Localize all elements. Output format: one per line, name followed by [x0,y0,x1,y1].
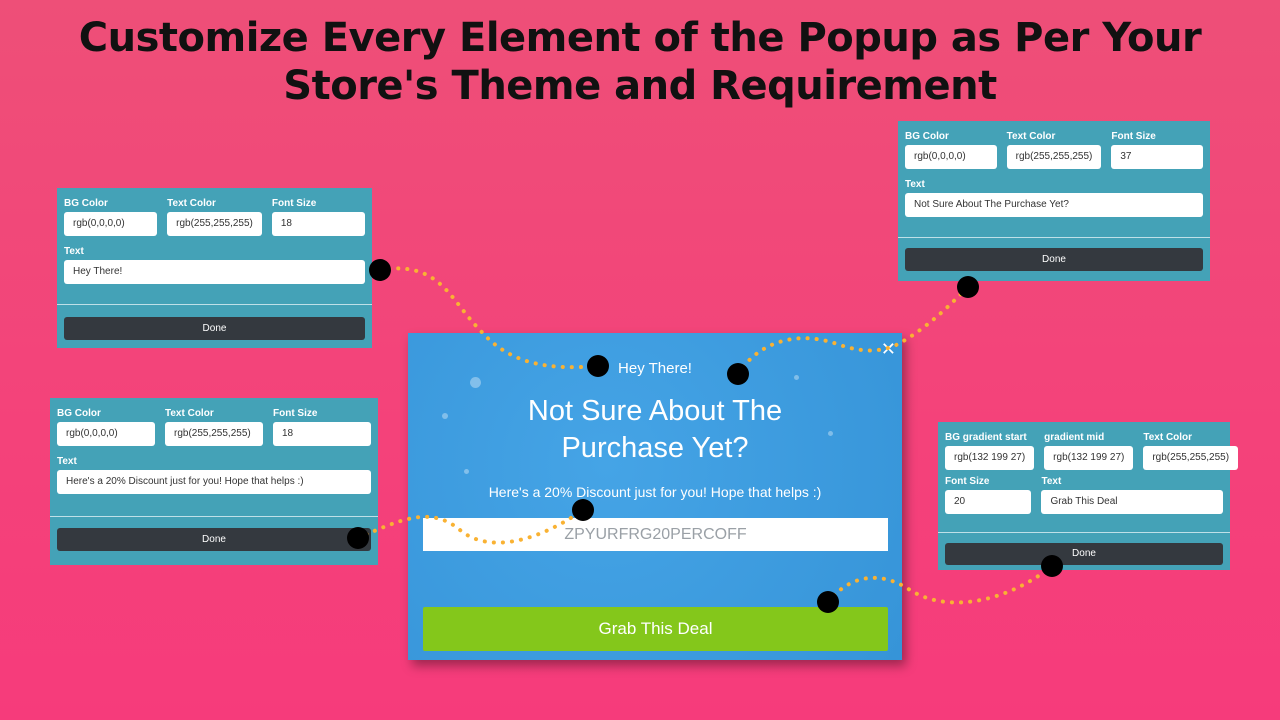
label: Text Color [167,198,216,209]
divider [57,304,372,305]
page-title: Customize Every Element of the Popup as … [0,14,1280,110]
font-size-input[interactable]: 18 [273,422,371,446]
title-line-2: Store's Theme and Requirement [283,63,997,109]
greeting-settings-panel: BG Color rgb(0,0,0,0) Text Color rgb(255,2… [57,188,372,348]
label: Text [64,246,84,257]
coupon-code-field[interactable]: ZPYURFRG20PERCOFF [423,518,888,551]
font-size-input[interactable]: 20 [945,490,1032,514]
headline-line: Not Sure About The [527,395,783,427]
text-input[interactable]: Hey There! [64,260,365,284]
bg-color-input[interactable]: rgb(0,0,0,0) [57,422,155,446]
done-button[interactable]: Done [64,317,365,340]
text-color-input[interactable]: rgb(255,255,255) [165,422,263,446]
gradient-mid-input[interactable]: rgb(132 199 27) [1044,446,1134,470]
bubble [470,377,481,388]
done-button[interactable]: Done [57,528,371,551]
text-color-input[interactable]: rgb(255,255,255) [167,212,262,236]
label: Text Color [1143,432,1193,443]
label: Text [905,179,925,190]
gradient-start-input[interactable]: rgb(132 199 27) [945,446,1035,470]
label: BG gradient start [945,432,1027,443]
label: Font Size [271,198,317,209]
label: Text Color [1006,131,1056,142]
text-color-input[interactable]: rgb(255,255,255) [1143,446,1239,470]
label: BG Color [905,131,949,142]
divider [50,516,378,517]
label: BG Color [64,198,108,209]
label: Text [57,456,77,467]
font-size-input[interactable]: 18 [271,212,366,236]
label: Text [1041,476,1062,487]
done-button[interactable]: Done [905,248,1203,271]
message-settings-panel: BG Color rgb(0,0,0,0) Text Color rgb(255,2… [50,398,378,565]
font-size-input[interactable]: 37 [1111,145,1204,169]
bg-color-input[interactable]: rgb(0,0,0,0) [64,212,158,236]
text-input[interactable]: Not Sure About The Purchase Yet? [905,193,1203,217]
text-input[interactable]: Here's a 20% Discount just for you! Hope… [57,470,371,494]
label: Font Size [273,408,318,419]
popup-greeting: Hey There! [618,360,692,377]
divider [898,237,1210,238]
label: Text Color [165,408,214,419]
popup-message: Here's a 20% Discount just for you! Hope… [488,484,822,500]
close-icon[interactable]: ✕ [881,339,896,360]
label: Font Size [945,476,990,487]
button-settings-panel: BG gradient start rgb(132 199 27) gradien… [938,422,1239,570]
headline-settings-panel: BG Color rgb(0,0,0,0) Text Color rgb(255,2… [898,121,1210,281]
text-input[interactable]: Grab This Deal [1041,490,1223,514]
done-button[interactable]: Done [945,543,1223,565]
popup-preview: ✕ Hey There! Not Sure About The Purchase… [408,333,902,660]
bubble [464,469,469,474]
popup-headline: Not Sure About The Purchase Yet? [408,393,902,467]
divider [938,532,1230,533]
label: Font Size [1111,131,1156,142]
headline-line: Purchase Yet? [561,432,749,464]
grab-deal-button[interactable]: Grab This Deal [423,607,888,651]
title-line-1: Customize Every Element of the Popup as … [78,15,1202,61]
text-color-input[interactable]: rgb(255,255,255) [1006,145,1102,169]
bg-color-input[interactable]: rgb(0,0,0,0) [905,145,997,169]
label: gradient mid [1044,432,1105,443]
label: BG Color [57,408,101,419]
marker-dot [369,259,391,281]
